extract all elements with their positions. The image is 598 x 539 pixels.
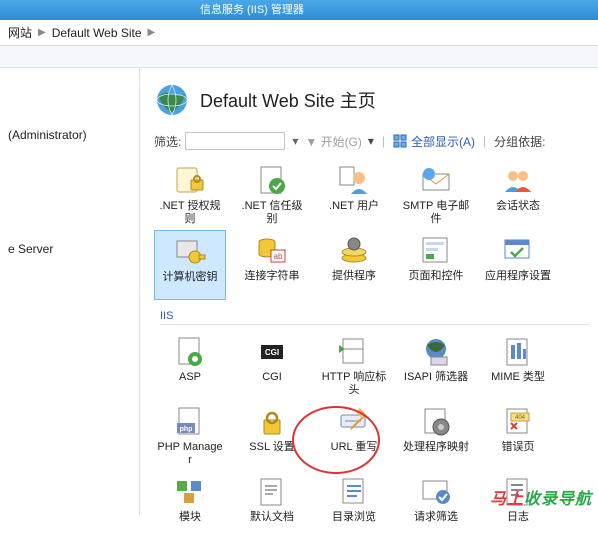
feature-label: .NET 用户	[329, 200, 379, 226]
feature-net-auth[interactable]: .NET 授权规则	[154, 160, 226, 228]
feature-appsettings[interactable]: 应用程序设置	[482, 230, 554, 300]
feature-reqfilter[interactable]: 请求筛选	[400, 471, 472, 539]
isapi-icon	[419, 335, 453, 369]
showall-icon	[393, 134, 407, 148]
feature-label: 应用程序设置	[485, 270, 551, 296]
gears-stack-icon	[337, 234, 371, 268]
feature-ssl[interactable]: SSL 设置	[236, 401, 308, 469]
feature-label: 错误页	[502, 441, 535, 467]
http-header-icon	[337, 335, 371, 369]
filter-icon	[419, 475, 453, 509]
toolbar	[0, 46, 598, 68]
scroll-lock-icon	[173, 164, 207, 198]
feature-net-trust[interactable]: .NET 信任级别	[236, 160, 308, 228]
feature-dirbrowse[interactable]: 目录浏览	[318, 471, 390, 539]
feature-errorpages[interactable]: 404 错误页	[482, 401, 554, 469]
chevron-right-icon: ▶	[148, 27, 156, 38]
feature-label: 计算机密钥	[163, 271, 218, 297]
default-doc-icon	[255, 475, 289, 509]
form-icon	[419, 234, 453, 268]
window-titlebar: 信息服务 (IIS) 管理器	[0, 0, 598, 20]
svg-text:CGI: CGI	[265, 348, 279, 357]
mime-icon	[501, 335, 535, 369]
feature-label: SSL 设置	[249, 441, 294, 467]
users-icon	[501, 164, 535, 198]
document-check-icon	[255, 164, 289, 198]
feature-label: 页面和控件	[409, 270, 464, 296]
breadcrumb: 网站 ▶ Default Web Site ▶	[0, 20, 598, 46]
php-icon: php	[173, 405, 207, 439]
url-rewrite-icon	[337, 405, 371, 439]
cgi-icon: CGI	[255, 335, 289, 369]
feature-defaultdoc[interactable]: 默认文档	[236, 471, 308, 539]
feature-label: ISAPI 筛选器	[404, 371, 468, 397]
svg-text:php: php	[180, 426, 193, 433]
globe-icon	[154, 82, 190, 118]
feature-cgi[interactable]: CGI CGI	[236, 331, 308, 399]
asp-icon	[173, 335, 207, 369]
feature-isapi[interactable]: ISAPI 筛选器	[400, 331, 472, 399]
feature-label: 处理程序映射	[403, 441, 469, 467]
feature-connstr[interactable]: ab 连接字符串	[236, 230, 308, 300]
filter-label: 筛选:	[154, 133, 181, 150]
groupby-label: 分组依据:	[494, 133, 545, 150]
feature-mime[interactable]: MIME 类型	[482, 331, 554, 399]
feature-label: PHP Manager	[156, 441, 224, 467]
error-404-icon: 404	[501, 405, 535, 439]
feature-grid: .NET 授权规则 .NET 信任级别 .NET 用户 SMTP 电子邮件 会话…	[154, 160, 590, 539]
feature-machinekey[interactable]: 计算机密钥	[154, 230, 226, 300]
feature-handlers[interactable]: 处理程序映射	[400, 401, 472, 469]
handlers-icon	[419, 405, 453, 439]
feature-httpresp[interactable]: HTTP 响应标头	[318, 331, 390, 399]
key-icon	[173, 235, 207, 269]
feature-net-users[interactable]: .NET 用户	[318, 160, 390, 228]
svg-text:ab: ab	[274, 252, 283, 261]
feature-asp[interactable]: ASP	[154, 331, 226, 399]
feature-smtp[interactable]: SMTP 电子邮件	[400, 160, 472, 228]
feature-label: 连接字符串	[245, 270, 300, 296]
tree-node[interactable]: e Server	[8, 242, 131, 256]
page-title: Default Web Site 主页	[200, 87, 376, 113]
folder-browse-icon	[337, 475, 371, 509]
start-button[interactable]: 开始(G)	[321, 135, 362, 149]
window-title: 信息服务 (IIS) 管理器	[200, 4, 304, 16]
feature-label: MIME 类型	[491, 371, 545, 397]
breadcrumb-item[interactable]: 网站	[8, 24, 32, 41]
modules-icon	[173, 475, 207, 509]
feature-label: HTTP 响应标头	[320, 371, 388, 397]
section-header-iis: IIS	[160, 310, 590, 325]
user-icon	[337, 164, 371, 198]
feature-label: URL 重写	[331, 441, 378, 467]
feature-pagesctrl[interactable]: 页面和控件	[400, 230, 472, 300]
watermark: 马上收录导航	[490, 485, 592, 509]
content-pane: Default Web Site 主页 筛选: ▾ ▼ 开始(G) ▾ | 全部…	[140, 68, 598, 515]
feature-phpmgr[interactable]: php PHP Manager	[154, 401, 226, 469]
tree-node[interactable]: (Administrator)	[8, 128, 131, 142]
mail-icon	[419, 164, 453, 198]
feature-urlrewrite[interactable]: URL 重写	[318, 401, 390, 469]
feature-providers[interactable]: 提供程序	[318, 230, 390, 300]
feature-modules[interactable]: 模块	[154, 471, 226, 539]
feature-label: CGI	[262, 371, 282, 397]
showall-link[interactable]: 全部显示(A)	[411, 133, 475, 150]
feature-label: .NET 授权规则	[156, 200, 224, 226]
feature-label: ASP	[179, 371, 201, 397]
lock-icon	[255, 405, 289, 439]
feature-label: .NET 信任级别	[238, 200, 306, 226]
connections-tree[interactable]: (Administrator) e Server	[0, 68, 140, 515]
window-check-icon	[501, 234, 535, 268]
feature-label: SMTP 电子邮件	[402, 200, 470, 226]
database-text-icon: ab	[255, 234, 289, 268]
feature-label: 提供程序	[332, 270, 376, 296]
filter-input[interactable]	[185, 132, 285, 150]
feature-session[interactable]: 会话状态	[482, 160, 554, 228]
feature-label: 会话状态	[496, 200, 540, 226]
dropdown-icon[interactable]: ▾	[289, 135, 301, 147]
svg-text:404: 404	[515, 415, 526, 421]
chevron-right-icon: ▶	[38, 27, 46, 38]
filter-bar: 筛选: ▾ ▼ 开始(G) ▾ | 全部显示(A) | 分组依据:	[154, 132, 590, 150]
breadcrumb-item[interactable]: Default Web Site	[52, 26, 142, 40]
